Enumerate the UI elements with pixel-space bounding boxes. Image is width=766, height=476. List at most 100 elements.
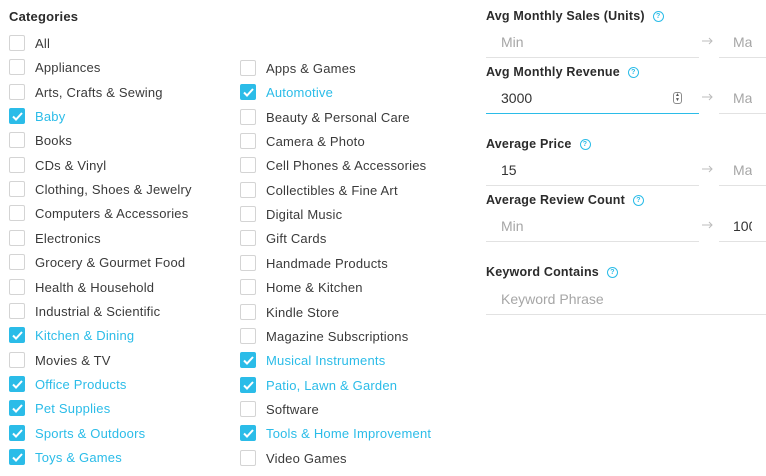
- checkbox-checked-icon[interactable]: [9, 108, 25, 124]
- category-checkbox-item[interactable]: Digital Music: [240, 205, 342, 223]
- avg-monthly-sales-min-input[interactable]: [486, 26, 699, 58]
- category-checkbox-item[interactable]: CDs & Vinyl: [9, 156, 106, 174]
- checkbox-empty-icon[interactable]: [240, 60, 256, 76]
- category-checkbox-item[interactable]: Movies & TV: [9, 351, 111, 369]
- checkbox-empty-icon[interactable]: [240, 133, 256, 149]
- category-label: Electronics: [35, 230, 101, 246]
- category-label: Books: [35, 132, 73, 148]
- category-label: Automotive: [266, 84, 334, 100]
- category-checkbox-item[interactable]: Musical Instruments: [240, 351, 385, 369]
- category-checkbox-item[interactable]: Tools & Home Improvement: [240, 424, 431, 442]
- category-checkbox-item[interactable]: Gift Cards: [240, 229, 327, 247]
- category-checkbox-item[interactable]: Toys & Games: [9, 448, 122, 466]
- category-checkbox-item[interactable]: Books: [9, 131, 72, 149]
- average-review-count-title: Average Review Count ?: [486, 193, 644, 207]
- category-checkbox-item[interactable]: Handmade Products: [240, 254, 388, 272]
- category-checkbox-item[interactable]: Computers & Accessories: [9, 204, 188, 222]
- checkbox-empty-icon[interactable]: [9, 84, 25, 100]
- category-checkbox-item[interactable]: Office Products: [9, 375, 127, 393]
- help-icon[interactable]: ?: [633, 194, 644, 206]
- category-checkbox-item[interactable]: Kitchen & Dining: [9, 326, 134, 344]
- average-price-max-input[interactable]: [719, 154, 766, 186]
- checkbox-empty-icon[interactable]: [9, 254, 25, 270]
- checkbox-empty-icon[interactable]: [240, 182, 256, 198]
- help-icon[interactable]: ?: [652, 10, 664, 22]
- category-checkbox-item[interactable]: Clothing, Shoes & Jewelry: [9, 180, 192, 198]
- checkbox-empty-icon[interactable]: [240, 450, 256, 466]
- checkbox-checked-icon[interactable]: [9, 425, 25, 441]
- number-spinner-icon[interactable]: ▲ ▼: [673, 92, 682, 104]
- checkbox-empty-icon[interactable]: [240, 304, 256, 320]
- checkbox-empty-icon[interactable]: [9, 157, 25, 173]
- checkbox-empty-icon[interactable]: [240, 255, 256, 271]
- checkbox-empty-icon[interactable]: [9, 279, 25, 295]
- category-checkbox-item[interactable]: Cell Phones & Accessories: [240, 156, 426, 174]
- checkbox-empty-icon[interactable]: [240, 109, 256, 125]
- checkbox-empty-icon[interactable]: [240, 328, 256, 344]
- category-label: Office Products: [35, 376, 127, 392]
- category-checkbox-item[interactable]: All: [9, 34, 50, 52]
- checkbox-empty-icon[interactable]: [240, 401, 256, 417]
- average-price-min-input[interactable]: [486, 154, 699, 186]
- help-icon[interactable]: ?: [606, 266, 618, 278]
- checkbox-checked-icon[interactable]: [240, 84, 256, 100]
- checkbox-checked-icon[interactable]: [240, 352, 256, 368]
- category-label: Health & Household: [35, 279, 155, 295]
- category-checkbox-item[interactable]: Arts, Crafts & Sewing: [9, 83, 163, 101]
- average-review-count-min-input[interactable]: [486, 210, 699, 242]
- category-checkbox-item[interactable]: Software: [240, 400, 319, 418]
- category-checkbox-item[interactable]: Appliances: [9, 58, 101, 76]
- checkbox-checked-icon[interactable]: [240, 425, 256, 441]
- category-checkbox-item[interactable]: Camera & Photo: [240, 132, 365, 150]
- category-checkbox-item[interactable]: Sports & Outdoors: [9, 424, 145, 442]
- avg-monthly-revenue-max-input[interactable]: [719, 82, 766, 114]
- category-checkbox-item[interactable]: Health & Household: [9, 278, 154, 296]
- category-label: Appliances: [35, 59, 101, 75]
- category-checkbox-item[interactable]: Grocery & Gourmet Food: [9, 253, 185, 271]
- checkbox-empty-icon[interactable]: [240, 206, 256, 222]
- checkbox-checked-icon[interactable]: [9, 400, 25, 416]
- checkbox-empty-icon[interactable]: [9, 59, 25, 75]
- checkbox-checked-icon[interactable]: [9, 376, 25, 392]
- checkbox-empty-icon[interactable]: [9, 352, 25, 368]
- checkbox-empty-icon[interactable]: [9, 230, 25, 246]
- checkbox-empty-icon[interactable]: [240, 157, 256, 173]
- category-label: Gift Cards: [266, 230, 327, 246]
- category-checkbox-item[interactable]: Beauty & Personal Care: [240, 108, 410, 126]
- category-checkbox-item[interactable]: Patio, Lawn & Garden: [240, 376, 397, 394]
- avg-monthly-revenue-min-input[interactable]: [486, 82, 699, 114]
- checkbox-empty-icon[interactable]: [9, 303, 25, 319]
- avg-monthly-sales-max-input[interactable]: [719, 26, 766, 58]
- checkbox-empty-icon[interactable]: [9, 205, 25, 221]
- category-checkbox-item[interactable]: Pet Supplies: [9, 399, 110, 417]
- category-checkbox-item[interactable]: Baby: [9, 107, 65, 125]
- category-label: All: [35, 35, 51, 51]
- average-price-title: Average Price ?: [486, 137, 591, 151]
- category-label: Software: [266, 401, 319, 417]
- category-checkbox-item[interactable]: Automotive: [240, 83, 333, 101]
- category-checkbox-item[interactable]: Video Games: [240, 449, 347, 467]
- checkbox-checked-icon[interactable]: [240, 377, 256, 393]
- arrow-right-icon: [702, 165, 713, 173]
- help-icon[interactable]: ?: [579, 138, 591, 150]
- checkbox-empty-icon[interactable]: [9, 181, 25, 197]
- keyword-contains-title: Keyword Contains ?: [486, 265, 618, 279]
- category-checkbox-item[interactable]: Apps & Games: [240, 59, 356, 77]
- checkbox-empty-icon[interactable]: [9, 35, 25, 51]
- category-checkbox-item[interactable]: Industrial & Scientific: [9, 302, 160, 320]
- keyword-phrase-input[interactable]: [486, 283, 766, 315]
- category-checkbox-item[interactable]: Magazine Subscriptions: [240, 327, 408, 345]
- category-checkbox-item[interactable]: Home & Kitchen: [240, 278, 363, 296]
- checkbox-empty-icon[interactable]: [240, 230, 256, 246]
- category-checkbox-item[interactable]: Collectibles & Fine Art: [240, 181, 398, 199]
- checkbox-empty-icon[interactable]: [240, 279, 256, 295]
- category-checkbox-item[interactable]: Kindle Store: [240, 303, 339, 321]
- checkbox-checked-icon[interactable]: [9, 327, 25, 343]
- checkbox-empty-icon[interactable]: [9, 132, 25, 148]
- checkbox-checked-icon[interactable]: [9, 449, 25, 465]
- category-checkbox-item[interactable]: Electronics: [9, 229, 101, 247]
- average-review-count-max-input[interactable]: [719, 210, 766, 242]
- category-label: Baby: [35, 108, 66, 124]
- help-icon[interactable]: ?: [627, 66, 639, 78]
- arrow-right-icon: [702, 93, 713, 101]
